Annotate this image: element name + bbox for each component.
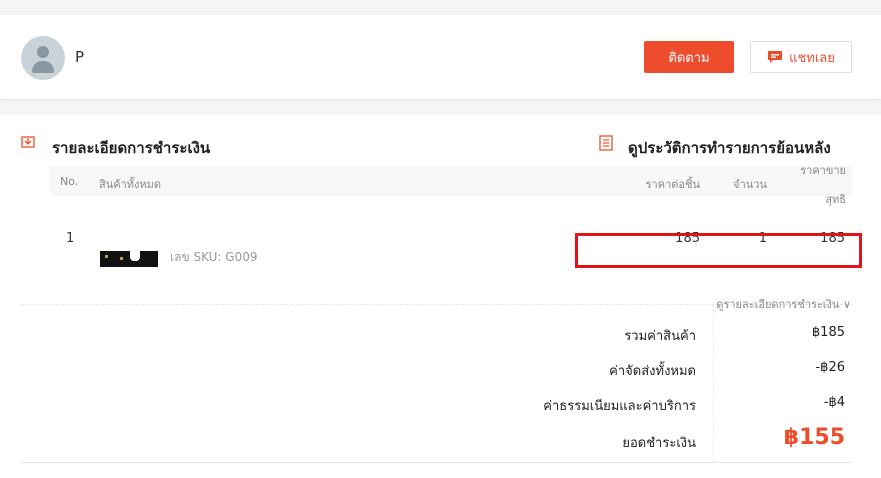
total-value: ฿155 [783, 425, 845, 450]
shipping-label: ค่าจัดส่งทั้งหมด [609, 364, 696, 379]
order-detail-card: รายละเอียดการชำระเงิน ดูประวัติการทำรายก… [0, 115, 881, 478]
chevron-down-icon: ∨ [842, 298, 851, 311]
chat-button-label: แชทเลย [789, 50, 835, 66]
follow-button[interactable]: ติดตาม [644, 41, 734, 73]
fees-label: ค่าธรรมเนียมและค่าบริการ [543, 399, 696, 414]
chat-icon [768, 51, 783, 63]
col-unit-price: ราคาต่อชิ้น [645, 178, 700, 191]
total-label: ยอดชำระเงิน [622, 436, 696, 451]
product-thumbnail[interactable] [100, 251, 158, 267]
col-net-line2: สุทธิ [825, 193, 846, 206]
shop-name[interactable]: P [75, 48, 84, 66]
payment-detail-title: รายละเอียดการชำระเงิน [52, 139, 211, 157]
chat-button[interactable]: แชทเลย [750, 41, 852, 73]
bottom-divider [21, 462, 853, 463]
product-sku: เลข SKU: G009 [170, 250, 258, 264]
row-no: 1 [66, 231, 75, 246]
highlight-box [575, 233, 862, 268]
payment-detail-toggle[interactable]: ดูรายละเอียดการชำระเงิน ∨ [716, 295, 851, 313]
shop-header-card: P ติดตาม แชทเลย [0, 15, 881, 99]
avatar[interactable] [21, 36, 65, 80]
fees-value: -฿4 [823, 395, 845, 410]
history-link[interactable]: ดูประวัติการทำรายการย้อนหลัง [628, 136, 831, 160]
col-product: สินค้าทั้งหมด [99, 178, 162, 191]
user-icon-body [32, 61, 54, 73]
payment-icon [21, 136, 35, 148]
col-no: No. [60, 175, 79, 188]
col-qty: จำนวน [733, 178, 767, 191]
subtotal-label: รวมค่าสินค้า [624, 329, 696, 344]
history-icon [599, 135, 613, 151]
col-net-line1: ราคาขาย [800, 164, 846, 177]
divider-vertical [713, 304, 714, 462]
toggle-label: ดูรายละเอียดการชำระเงิน [716, 298, 840, 311]
shipping-value: -฿26 [815, 360, 845, 375]
user-icon-head [37, 46, 49, 58]
table-header: No. สินค้าทั้งหมด ราคาต่อชิ้น จำนวน ราคา… [50, 164, 852, 206]
subtotal-value: ฿185 [811, 325, 845, 340]
